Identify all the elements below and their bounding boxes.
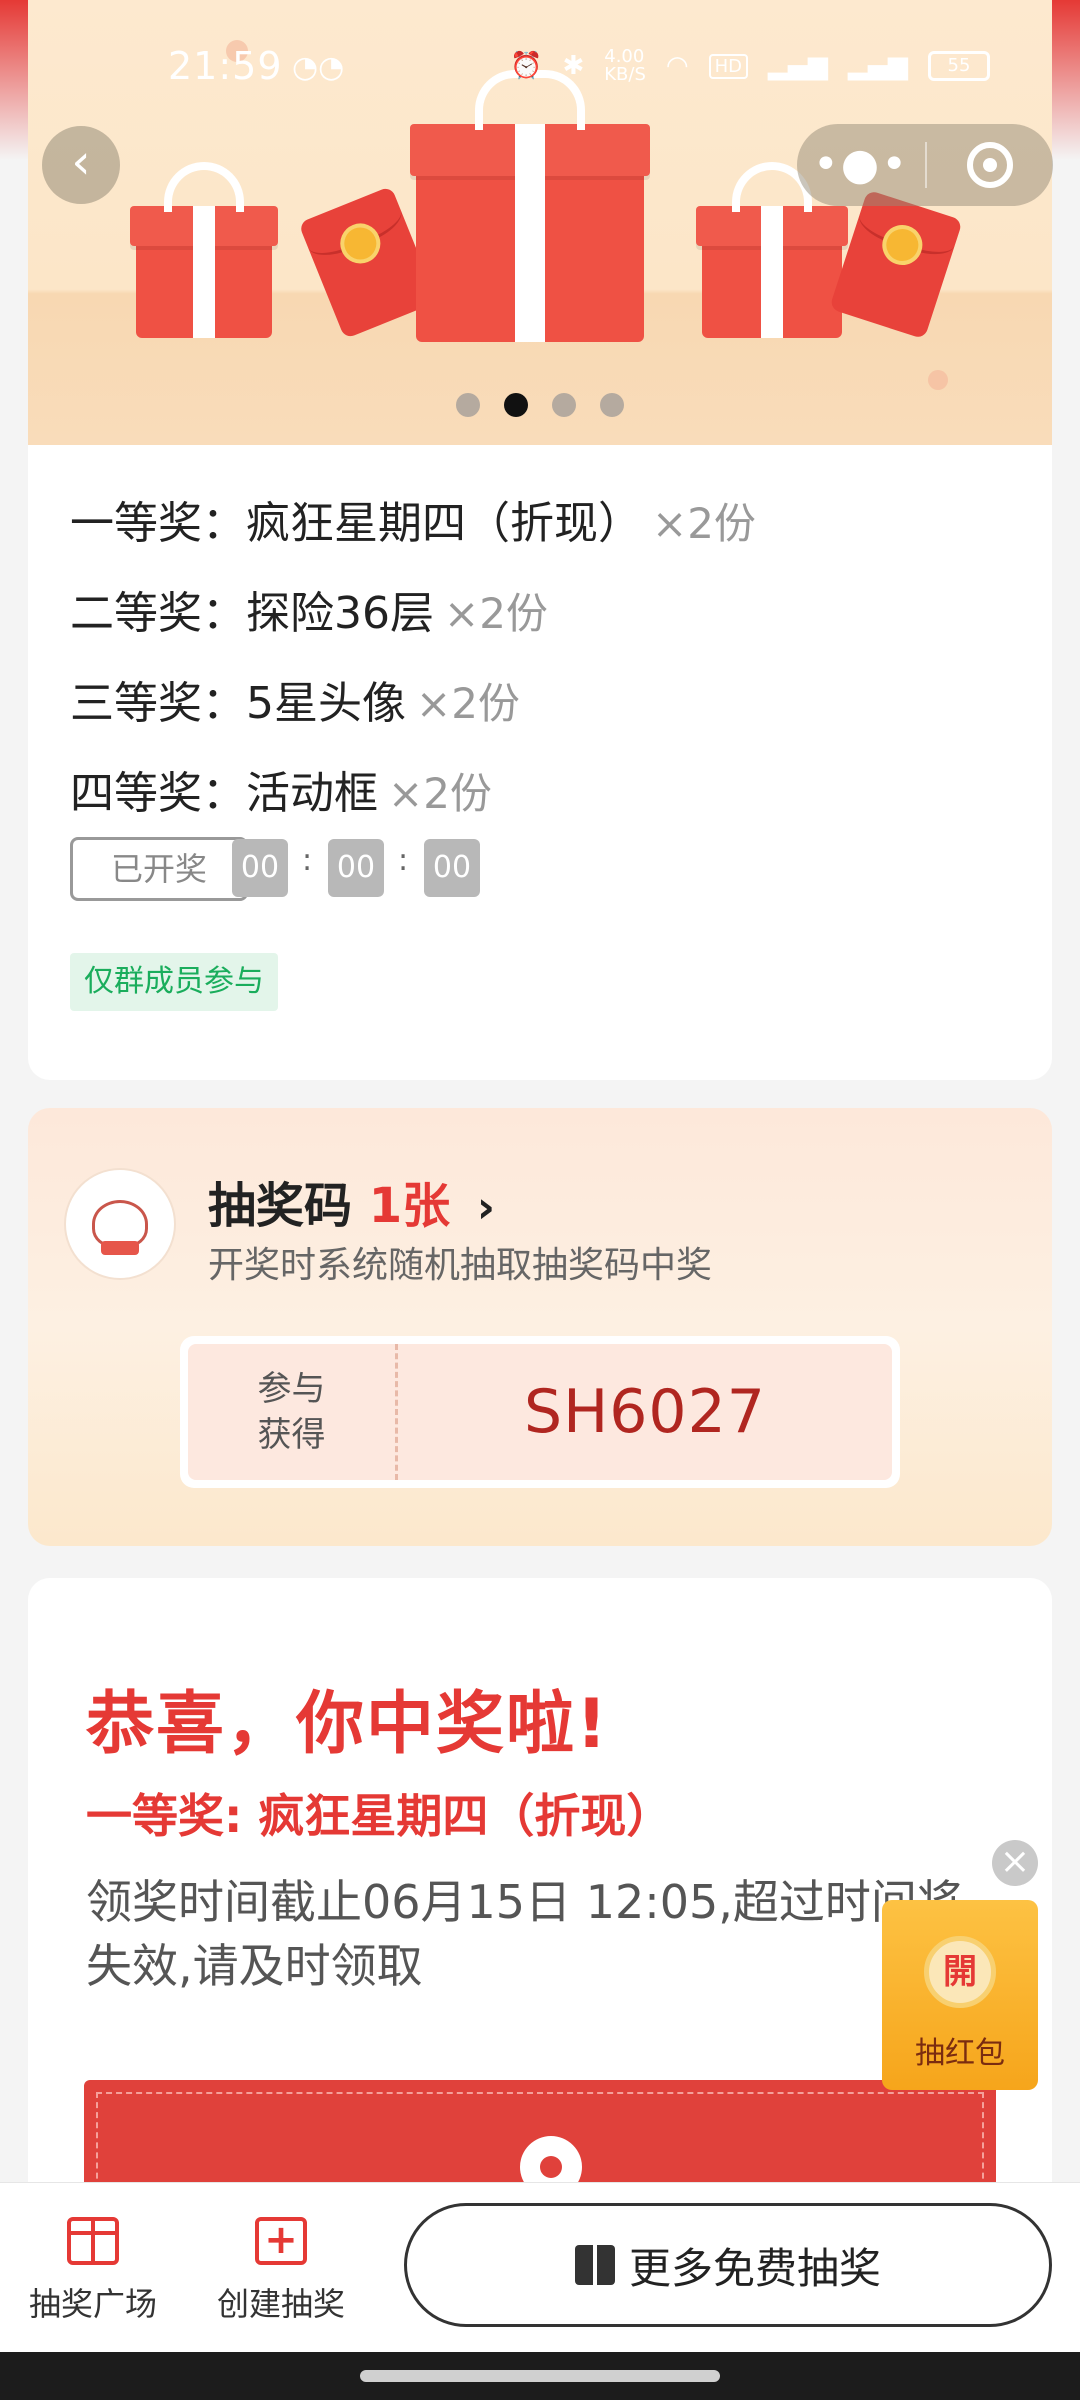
pager-dot[interactable] xyxy=(456,393,480,417)
bluetooth-icon: ✱ xyxy=(562,51,585,81)
prize-quantity: ×2份 xyxy=(416,679,520,728)
prize-quantity: ×2份 xyxy=(652,499,756,548)
plus-icon: + xyxy=(255,2217,307,2265)
draw-status-badge: 已开奖 xyxy=(70,837,248,901)
grab-red-packet-button[interactable]: 開 抽红包 xyxy=(882,1900,1038,2090)
prize-rank: 二等奖： xyxy=(70,588,246,639)
hd-icon: HD xyxy=(708,53,748,79)
system-navigation-bar xyxy=(0,2352,1080,2400)
status-icons: ⏰ ✱ 4.00 KB/S ◠ HD ▂▄▆ ▂▄▆ 55 xyxy=(510,48,990,84)
wechat-notification-icon: ◔◔ xyxy=(292,50,345,85)
lottery-code-subtitle: 开奖时系统随机抽取抽奖码中奖 xyxy=(208,1245,713,1286)
carousel-pager[interactable] xyxy=(28,393,1052,417)
prize-rank: 三等奖： xyxy=(70,678,246,729)
code-count: 1张 xyxy=(368,1178,451,1234)
prize-row-2: 二等奖：探险36层 ×2份 xyxy=(70,577,548,641)
confetti-dot xyxy=(928,370,948,390)
prize-name: 探险36层 xyxy=(246,588,434,639)
tab-label: 抽奖广场 xyxy=(28,2285,157,2323)
prize-name: 5星头像 xyxy=(246,678,406,729)
prize-rank: 四等奖： xyxy=(70,768,246,819)
signal-icon: ▂▄▆ xyxy=(768,51,828,81)
tab-lottery-plaza[interactable]: 抽奖广场 xyxy=(18,2217,168,2325)
red-envelope-illustration xyxy=(829,189,963,340)
more-free-lottery-label: 更多免费抽奖 xyxy=(628,2243,881,2293)
ticket-code: SH6027 xyxy=(524,1377,766,1447)
countdown-separator: : xyxy=(302,843,313,878)
win-title: 恭喜，你中奖啦! xyxy=(86,1685,610,1764)
tab-label: 创建抽奖 xyxy=(216,2285,345,2323)
red-packet-label: 抽红包 xyxy=(915,2036,1005,2071)
back-button[interactable]: ‹ xyxy=(42,126,120,204)
pager-dot-active[interactable] xyxy=(504,393,528,417)
miniprogram-capsule[interactable]: •●• xyxy=(797,124,1053,206)
ticket-label-line: 参与 xyxy=(257,1369,326,1409)
prize-row-1: 一等奖：疯狂星期四（折现） ×2份 xyxy=(70,487,756,551)
prize-row-3: 三等奖：5星头像 ×2份 xyxy=(70,667,520,731)
gift-box-illustration xyxy=(696,162,848,338)
status-bar: 21:59 ◔◔ ⏰ ✱ 4.00 KB/S ◠ HD ▂▄▆ ▂▄▆ 55 xyxy=(0,0,1080,134)
countdown-minutes: 00 xyxy=(328,839,384,897)
win-prize: 一等奖: 疯狂星期四（折现） xyxy=(86,1789,673,1843)
signal-icon: ▂▄▆ xyxy=(848,51,908,81)
battery-icon: 55 xyxy=(928,51,990,81)
home-gesture-handle[interactable] xyxy=(360,2370,720,2382)
lottery-code-title[interactable]: 抽奖码 1张 › xyxy=(208,1166,495,1236)
more-options-icon[interactable]: •●• xyxy=(797,135,925,195)
avatar xyxy=(66,1170,174,1278)
claim-deadline-note: 领奖时间截止06月15日 12:05,超过时间将失效,请及时领取 xyxy=(86,1875,963,1993)
close-miniprogram-button[interactable] xyxy=(927,142,1053,188)
status-time: 21:59 xyxy=(168,44,283,88)
prize-info-card: 一等奖：疯狂星期四（折现） ×2份 二等奖：探险36层 ×2份 三等奖：5星头像 ×2… xyxy=(28,445,1052,1080)
ticket-source-label: 参与 获得 xyxy=(188,1344,398,1480)
gift-icon xyxy=(574,2245,615,2285)
gift-box-illustration-large xyxy=(410,70,650,342)
ticket-label-line: 获得 xyxy=(257,1415,326,1455)
chevron-left-icon: ‹ xyxy=(71,134,91,190)
chevron-right-icon: › xyxy=(476,1182,495,1233)
network-speed: 4.00 KB/S xyxy=(604,46,646,85)
members-only-tag: 仅群成员参与 xyxy=(70,953,278,1011)
countdown-seconds: 00 xyxy=(424,839,480,897)
lottery-ticket: 参与 获得 SH6027 xyxy=(180,1336,900,1488)
wifi-icon: ◠ xyxy=(665,51,689,81)
alarm-icon: ⏰ xyxy=(510,51,543,81)
prize-quantity: ×2份 xyxy=(444,589,548,638)
prize-name: 活动框 xyxy=(246,768,378,819)
close-float-icon[interactable]: × xyxy=(992,1840,1038,1886)
prize-rank: 一等奖： xyxy=(70,498,246,549)
bottom-tab-bar: 抽奖广场 + 创建抽奖 更多免费抽奖 xyxy=(0,2182,1080,2352)
pager-dot[interactable] xyxy=(552,393,576,417)
more-free-lottery-button[interactable]: 更多免费抽奖 xyxy=(404,2203,1052,2327)
code-title-text: 抽奖码 xyxy=(208,1178,353,1234)
prize-quantity: ×2份 xyxy=(388,769,492,818)
gift-icon xyxy=(67,2217,119,2265)
lottery-code-card[interactable]: 抽奖码 1张 › 开奖时系统随机抽取抽奖码中奖 参与 获得 SH6027 xyxy=(28,1108,1052,1546)
prize-name: 疯狂星期四（折现） xyxy=(246,498,642,549)
gift-box-illustration xyxy=(130,162,278,338)
target-close-icon xyxy=(967,142,1013,188)
tab-create-lottery[interactable]: + 创建抽奖 xyxy=(206,2217,356,2325)
mascot-icon xyxy=(92,1200,148,1255)
countdown-separator: : xyxy=(398,843,409,878)
prize-row-4: 四等奖：活动框 ×2份 xyxy=(70,757,492,821)
open-coin-icon: 開 xyxy=(924,1936,996,2008)
pager-dot[interactable] xyxy=(600,393,624,417)
countdown-hours: 00 xyxy=(232,839,288,897)
